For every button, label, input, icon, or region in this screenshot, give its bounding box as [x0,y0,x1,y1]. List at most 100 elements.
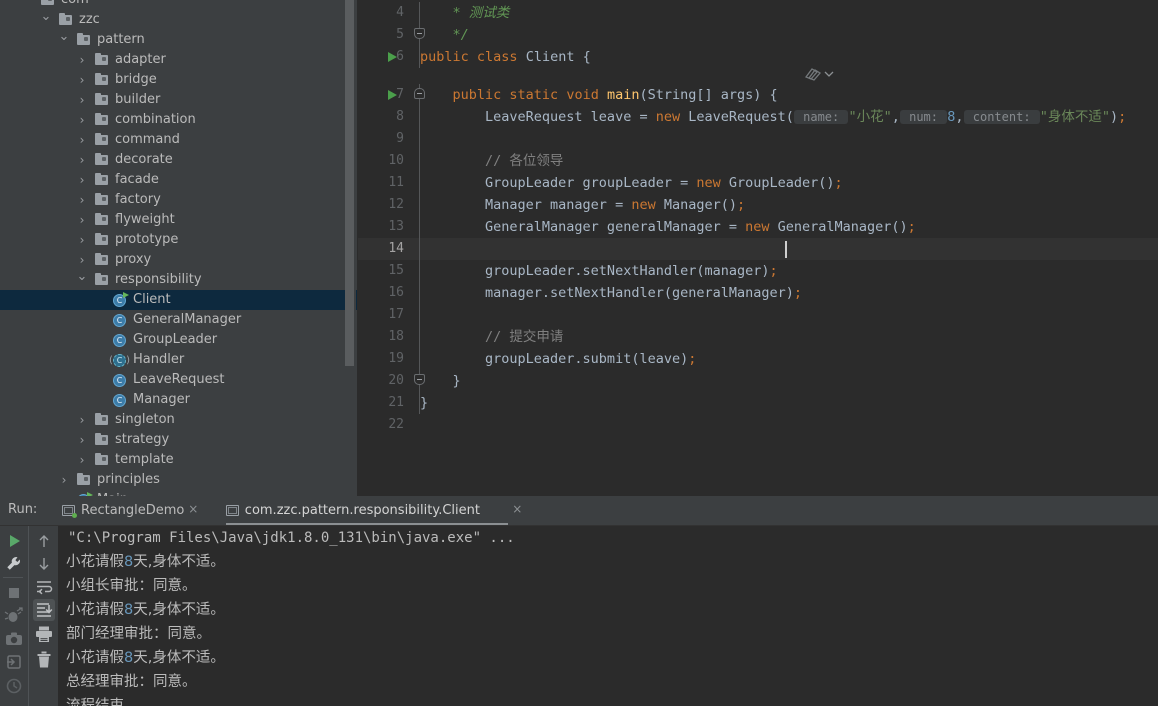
editor-line-17[interactable]: 17 [358,304,1158,326]
editor-line-12[interactable]: 12 Manager manager = new Manager(); [358,194,1158,216]
tree-item-handler[interactable]: C() Handler [0,350,358,370]
tree-item-proxy[interactable]: › proxy [0,250,358,270]
run-tab-bar[interactable]: Run: RectangleDemo × com.zzc.pattern.respo… [0,496,1158,526]
run-toolbar-primary[interactable] [0,526,28,706]
tree-item-com[interactable]: ⌄ com [0,0,358,10]
tree-item-facade[interactable]: › facade [0,170,358,190]
chevron-right-icon[interactable]: › [76,130,88,150]
code-text: public static void main(String[] args) { [420,87,778,103]
editor-line-22[interactable]: 22 [358,414,1158,436]
chevron-right-icon[interactable]: › [76,150,88,170]
export-arrow-icon[interactable] [3,651,25,673]
line-number: 19 [388,351,404,366]
chevron-right-icon[interactable]: › [76,450,88,470]
rerun-button[interactable] [3,530,25,552]
tree-item-pattern[interactable]: ⌄ pattern [0,30,358,50]
console-output[interactable]: "C:\Program Files\Java\jdk1.8.0_131\bin\… [58,526,1158,706]
tree-item-prototype[interactable]: › prototype [0,230,358,250]
chevron-down-icon[interactable]: ⌄ [76,270,88,290]
project-tree-panel[interactable]: ⌄com⌄zzc⌄pattern›adapter›bridge›builder›… [0,0,358,496]
tree-item-principles[interactable]: › principles [0,470,358,490]
text-caret [785,241,787,258]
editor-line-9[interactable]: 9 [358,128,1158,150]
editor-line-7[interactable]: 7 public static void main(String[] args)… [358,84,1158,106]
run-toolbar-secondary[interactable] [28,526,58,706]
editor-line-10[interactable]: 10 // 各位领导 [358,150,1158,172]
chevron-right-icon[interactable]: › [76,70,88,90]
tree-item-singleton[interactable]: › singleton [0,410,358,430]
code-editor[interactable]: 4 * 测试类 5 */6 public class Client { 7 publi… [358,0,1158,496]
close-icon[interactable]: × [188,503,199,515]
chevron-right-icon[interactable]: › [76,170,88,190]
tree-item-decorate[interactable]: › decorate [0,150,358,170]
tree-item-flyweight[interactable]: › flyweight [0,210,358,230]
trash-icon[interactable] [33,649,55,671]
folder-icon [94,150,110,170]
editor-line-21[interactable]: 21} [358,392,1158,414]
tree-item-adapter[interactable]: › adapter [0,50,358,70]
tree-item-template[interactable]: › template [0,450,358,470]
project-tree-scrollbar-thumb[interactable] [345,0,354,366]
run-tab-1[interactable]: RectangleDemo × [48,496,206,525]
editor-line-18[interactable]: 18 // 提交申请 [358,326,1158,348]
chevron-down-icon[interactable]: ⌄ [58,30,70,50]
chevron-right-icon[interactable]: › [76,250,88,270]
tree-item-label: facade [115,172,159,187]
tree-item-generalmanager[interactable]: C GeneralManager [0,310,358,330]
run-tool-window[interactable]: Run: RectangleDemo × com.zzc.pattern.respo… [0,496,1158,706]
arrow-down-icon[interactable] [33,553,55,575]
editor-line-5[interactable]: 5 */ [358,24,1158,46]
chevron-down-icon[interactable]: ⌄ [40,10,52,30]
tree-item-manager[interactable]: C Manager [0,390,358,410]
gutter-run-icon[interactable] [388,90,397,100]
run-tab-2[interactable]: com.zzc.pattern.responsibility.Client × [212,496,530,525]
run-tab-label: com.zzc.pattern.responsibility.Client [244,503,480,518]
close-icon[interactable]: × [512,503,523,515]
camera-icon[interactable] [3,628,25,650]
soft-wrap-icon[interactable] [33,576,55,598]
tree-item-responsibility[interactable]: ⌄ responsibility [0,270,358,290]
tree-item-client[interactable]: C Client [0,290,358,310]
editor-line-13[interactable]: 13 GeneralManager generalManager = new G… [358,216,1158,238]
chevron-right-icon[interactable]: › [76,190,88,210]
chevron-right-icon[interactable]: › [76,90,88,110]
chevron-right-icon[interactable]: › [76,430,88,450]
chevron-right-icon[interactable]: › [76,50,88,70]
editor-line-19[interactable]: 19 groupLeader.submit(leave); [358,348,1158,370]
gutter-run-icon[interactable] [388,52,397,62]
chevron-right-icon[interactable]: › [76,410,88,430]
scroll-to-end-icon[interactable] [33,599,55,621]
project-tree-scrollbar-track[interactable] [345,0,356,496]
chevron-right-icon[interactable]: › [76,230,88,250]
tree-item-builder[interactable]: › builder [0,90,358,110]
chevron-right-icon[interactable]: › [76,110,88,130]
printer-icon[interactable] [33,623,55,645]
edit-configuration-button[interactable] [3,553,25,575]
tree-item-zzc[interactable]: ⌄ zzc [0,10,358,30]
arrow-up-icon[interactable] [33,530,55,552]
tree-item-command[interactable]: › command [0,130,358,150]
editor-line-6[interactable]: 6 public class Client { [358,46,1158,68]
chevron-right-icon[interactable]: › [76,210,88,230]
line-number: 16 [388,285,404,300]
editor-line-16[interactable]: 16 manager.setNextHandler(generalManager… [358,282,1158,304]
stop-button[interactable] [3,582,25,604]
editor-line-8[interactable]: 8 LeaveRequest leave = new LeaveRequest(… [358,106,1158,128]
tree-item-groupleader[interactable]: C GroupLeader [0,330,358,350]
clock-icon[interactable] [3,674,25,696]
tree-item-factory[interactable]: › factory [0,190,358,210]
chevron-right-icon[interactable]: › [58,470,70,490]
bug-icon[interactable] [3,605,25,627]
folder-icon [94,170,110,190]
tree-item-bridge[interactable]: › bridge [0,70,358,90]
editor-line-15[interactable]: 15 groupLeader.setNextHandler(manager); [358,260,1158,282]
editor-line-14[interactable]: 14 [358,238,1158,260]
chevron-down-icon[interactable]: ⌄ [22,0,34,10]
implementations-inlay-icon[interactable] [803,66,843,82]
tree-item-leaverequest[interactable]: C LeaveRequest [0,370,358,390]
editor-line-11[interactable]: 11 GroupLeader groupLeader = new GroupLe… [358,172,1158,194]
tree-item-combination[interactable]: › combination [0,110,358,130]
tree-item-strategy[interactable]: › strategy [0,430,358,450]
editor-line-4[interactable]: 4 * 测试类 [358,2,1158,24]
editor-line-20[interactable]: 20 } [358,370,1158,392]
